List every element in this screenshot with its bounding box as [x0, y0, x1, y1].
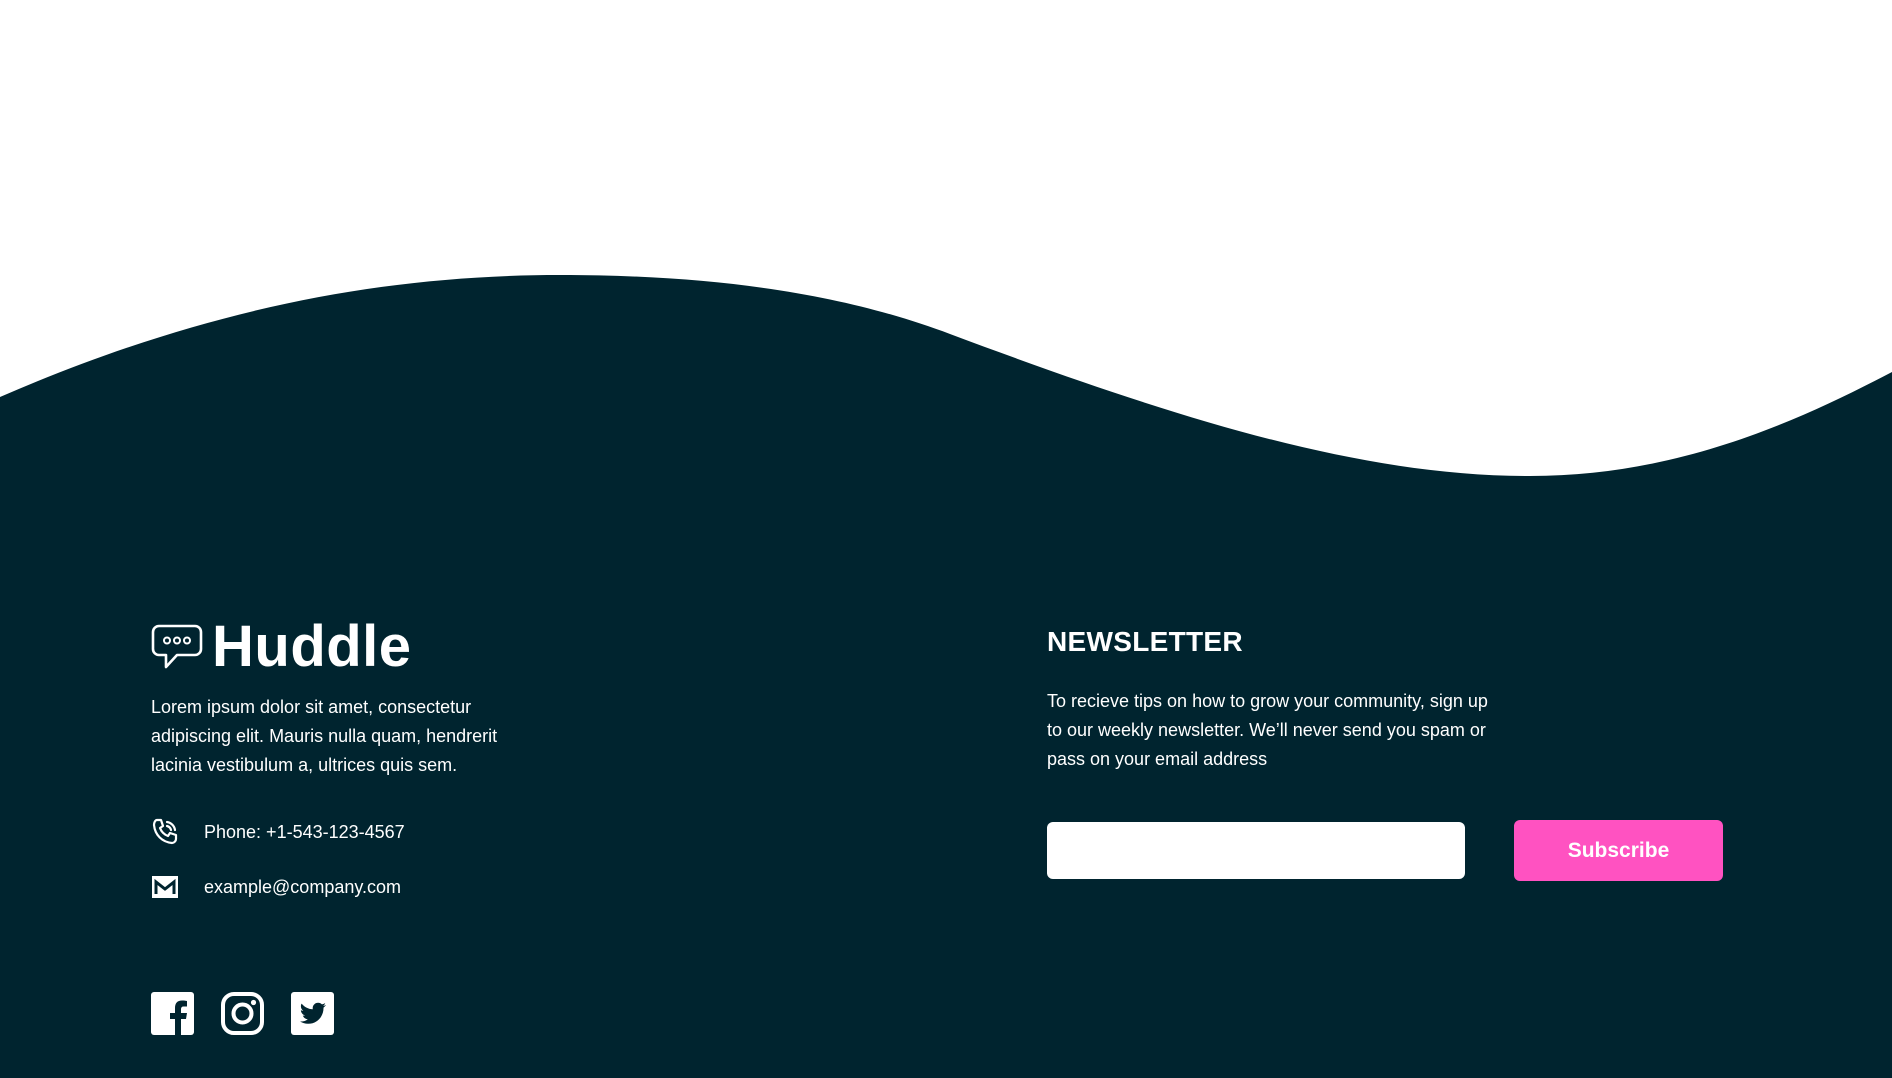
instagram-icon[interactable] [221, 992, 264, 1035]
facebook-icon[interactable] [151, 992, 194, 1035]
contact-email: example@company.com [151, 873, 401, 901]
chat-bubble-icon [151, 624, 203, 669]
contact-phone: Phone: +1-543-123-4567 [151, 818, 405, 846]
mail-icon [152, 876, 178, 898]
twitter-icon[interactable] [291, 992, 334, 1035]
brand-name: Huddle [212, 614, 412, 679]
phone-text: Phone: +1-543-123-4567 [204, 822, 405, 842]
phone-icon [152, 818, 178, 845]
footer: Huddle Lorem ipsum dolor sit amet, conse… [0, 0, 1892, 1078]
newsletter-title: NEWSLETTER [1047, 626, 1243, 657]
email-text: example@company.com [204, 877, 402, 897]
about-text: Lorem ipsum dolor sit amet, consectetur … [151, 697, 498, 775]
email-input[interactable] [1047, 822, 1465, 879]
subscribe-button[interactable]: Subscribe [1514, 820, 1723, 881]
social-links [151, 992, 361, 1035]
brand-logo[interactable]: Huddle [151, 616, 412, 678]
newsletter-text: To recieve tips on how to grow your comm… [1047, 691, 1488, 769]
